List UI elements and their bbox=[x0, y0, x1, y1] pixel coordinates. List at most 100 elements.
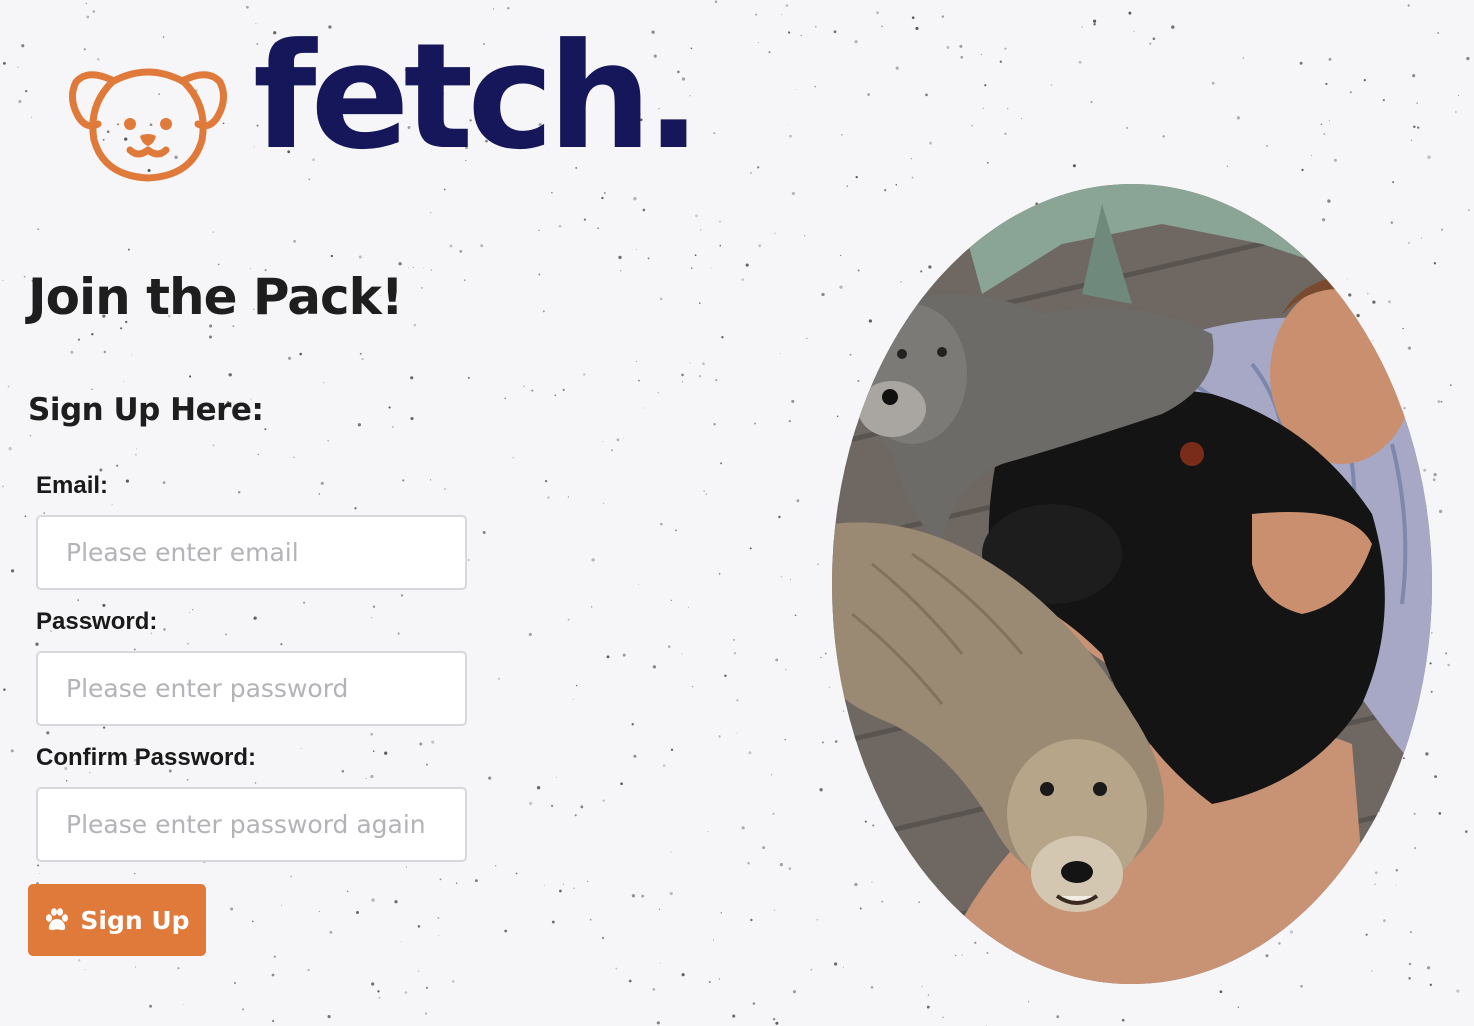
speckle bbox=[371, 898, 375, 902]
speckle bbox=[775, 1021, 779, 1025]
speckle bbox=[840, 254, 842, 257]
speckle bbox=[217, 263, 220, 266]
speckle bbox=[327, 440, 329, 442]
speckle bbox=[123, 380, 125, 382]
speckle bbox=[303, 601, 305, 604]
speckle bbox=[698, 375, 702, 378]
speckle bbox=[615, 967, 618, 970]
speckle bbox=[750, 918, 753, 922]
speckle bbox=[419, 742, 423, 746]
speckle bbox=[1402, 757, 1405, 760]
speckle bbox=[46, 731, 50, 735]
sign-up-button[interactable]: Sign Up bbox=[28, 884, 206, 956]
speckle bbox=[589, 918, 592, 921]
speckle bbox=[658, 908, 660, 910]
speckle bbox=[616, 438, 620, 442]
speckle bbox=[397, 632, 400, 635]
speckle bbox=[942, 1016, 944, 1019]
speckle bbox=[775, 658, 779, 662]
fetch-logo[interactable]: fetch. bbox=[68, 24, 701, 190]
speckle bbox=[1464, 830, 1468, 833]
speckle bbox=[656, 1021, 660, 1025]
speckle bbox=[1363, 78, 1366, 82]
speckle bbox=[715, 379, 718, 382]
speckle bbox=[628, 979, 632, 983]
speckle bbox=[1365, 933, 1368, 936]
speckle bbox=[377, 990, 380, 993]
speckle bbox=[1090, 100, 1093, 104]
speckle bbox=[449, 244, 453, 248]
speckle bbox=[1278, 942, 1281, 945]
speckle bbox=[603, 192, 606, 194]
speckle bbox=[652, 665, 657, 669]
speckle bbox=[911, 176, 914, 179]
speckle bbox=[1093, 22, 1096, 26]
speckle bbox=[1447, 663, 1450, 667]
speckle bbox=[1403, 406, 1406, 410]
speckle bbox=[1004, 47, 1007, 50]
speckle bbox=[1056, 1015, 1060, 1019]
speckle bbox=[635, 248, 637, 250]
speckle bbox=[341, 769, 345, 773]
password-field[interactable] bbox=[36, 651, 467, 726]
speckle bbox=[857, 380, 860, 382]
speckle bbox=[1430, 690, 1433, 693]
speckle bbox=[149, 1004, 153, 1008]
speckle bbox=[480, 244, 484, 248]
paw-icon bbox=[46, 908, 69, 931]
speckle bbox=[631, 723, 634, 726]
speckle bbox=[800, 34, 802, 37]
speckle bbox=[620, 782, 623, 786]
speckle bbox=[405, 866, 407, 868]
speckle bbox=[1325, 82, 1328, 85]
speckle bbox=[394, 900, 398, 904]
speckle bbox=[228, 373, 232, 377]
speckle bbox=[714, 0, 718, 4]
speckle bbox=[749, 547, 752, 550]
speckle bbox=[606, 655, 610, 659]
speckle bbox=[1395, 884, 1397, 886]
speckle bbox=[293, 239, 296, 243]
speckle bbox=[300, 748, 302, 750]
speckle bbox=[1387, 300, 1392, 304]
speckle bbox=[688, 606, 690, 608]
speckle bbox=[670, 851, 672, 853]
speckle bbox=[768, 51, 771, 54]
speckle bbox=[984, 84, 987, 87]
speckle bbox=[538, 273, 541, 276]
speckle bbox=[135, 448, 138, 450]
speckle bbox=[791, 399, 795, 403]
speckle bbox=[667, 645, 671, 648]
speckle bbox=[980, 53, 983, 56]
speckle bbox=[188, 611, 190, 613]
speckle bbox=[8, 447, 12, 451]
speckle bbox=[602, 502, 605, 505]
speckle bbox=[1450, 384, 1452, 386]
speckle bbox=[946, 45, 950, 49]
speckle bbox=[1367, 292, 1369, 295]
speckle bbox=[1372, 340, 1374, 342]
speckle bbox=[1434, 775, 1437, 778]
password-label: Password: bbox=[36, 608, 158, 635]
speckle bbox=[252, 920, 254, 923]
speckle bbox=[918, 901, 920, 903]
speckle bbox=[1437, 32, 1440, 34]
speckle bbox=[572, 698, 574, 700]
email-field[interactable] bbox=[36, 515, 467, 590]
speckle bbox=[591, 558, 595, 562]
confirm-password-field[interactable] bbox=[36, 787, 467, 862]
speckle bbox=[791, 191, 796, 196]
speckle bbox=[237, 491, 241, 494]
speckle bbox=[327, 1015, 331, 1019]
speckle bbox=[713, 132, 716, 135]
speckle bbox=[690, 267, 693, 269]
speckle bbox=[707, 830, 709, 833]
speckle bbox=[410, 416, 414, 421]
speckle bbox=[1289, 930, 1294, 934]
speckle bbox=[779, 863, 783, 867]
speckle bbox=[70, 350, 74, 354]
speckle bbox=[841, 134, 843, 136]
speckle bbox=[586, 880, 589, 883]
speckle bbox=[702, 362, 705, 366]
speckle bbox=[784, 738, 786, 741]
